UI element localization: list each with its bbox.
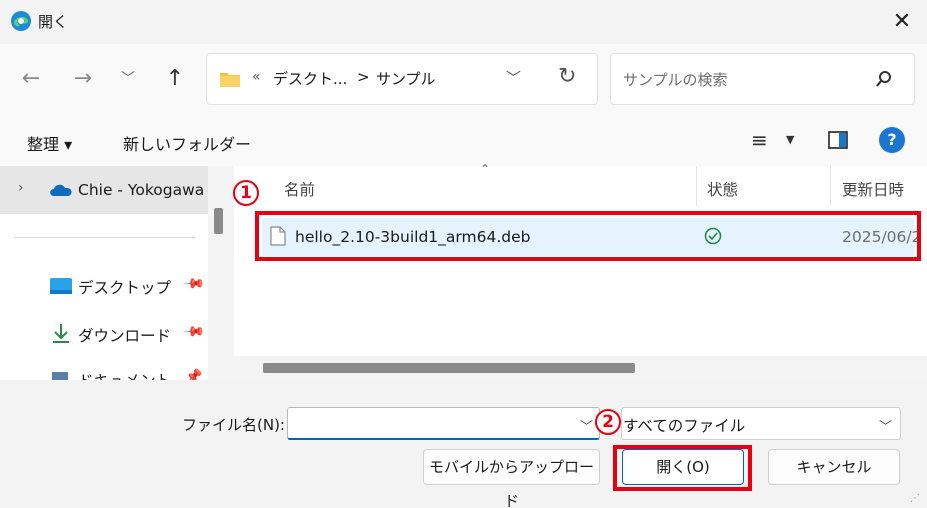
up-arrow-icon[interactable]: ↑ (160, 64, 190, 94)
title-bar (0, 0, 927, 44)
edge-browser-icon (11, 11, 31, 31)
annotation-highlight-open-button (613, 445, 752, 491)
resize-grip-icon[interactable]: ⋰ (910, 493, 920, 504)
sidebar-scrollbar[interactable] (208, 166, 234, 380)
view-options-icon[interactable]: ≡ (751, 128, 768, 152)
view-options-chevron-icon[interactable]: ▼ (786, 133, 794, 146)
address-history-chevron-icon[interactable]: ﹀ (506, 67, 521, 88)
column-header-status[interactable]: 状態 (707, 178, 738, 200)
column-header-name[interactable]: 名前 (284, 178, 315, 200)
file-type-value: すべてのファイル (623, 417, 746, 435)
annotation-number-2: 2 (595, 409, 621, 435)
breadcrumb-sample[interactable]: サンプル (376, 68, 436, 89)
new-folder-button[interactable]: 新しいフォルダー (123, 131, 251, 155)
desktop-icon (50, 278, 72, 294)
filename-label: ファイル名(N): (182, 416, 285, 434)
sort-ascending-icon: ⌃ (480, 162, 491, 176)
search-input[interactable]: サンプルの検索 (623, 69, 728, 90)
documents-icon (52, 372, 68, 380)
folder-icon (220, 73, 240, 87)
expand-chevron-icon[interactable]: › (18, 180, 24, 196)
file-type-chevron-icon[interactable]: ﹀ (879, 416, 892, 435)
close-icon[interactable]: ✕ (887, 7, 917, 37)
filename-input[interactable] (287, 407, 600, 440)
file-list (234, 166, 927, 380)
filename-history-chevron-icon[interactable]: ﹀ (580, 416, 593, 435)
refresh-icon[interactable]: ↻ (558, 64, 576, 89)
search-icon[interactable] (875, 70, 893, 88)
horizontal-scrollbar-thumb[interactable] (263, 363, 635, 373)
upload-from-mobile-button[interactable]: モバイルからアップロード (423, 449, 600, 508)
recent-locations-chevron-icon[interactable]: ﹀ (113, 64, 143, 94)
column-header-modified[interactable]: 更新日時 (842, 178, 904, 200)
sidebar-item-downloads[interactable]: ダウンロード (78, 324, 171, 346)
cancel-button[interactable]: キャンセル (768, 449, 900, 485)
sidebar-item-documents[interactable]: ドキュメント 📌 (0, 366, 208, 380)
sidebar-item-label: Chie - Yokogawa (78, 181, 205, 199)
sidebar-item-desktop[interactable]: デスクトップ (78, 276, 171, 298)
window-title: 開く (38, 13, 69, 31)
annotation-number-1: 1 (233, 180, 259, 206)
pin-icon: 📌 (185, 369, 203, 380)
breadcrumb-separator[interactable]: > (357, 68, 370, 86)
breadcrumb-overflow[interactable]: « (252, 69, 261, 85)
preview-pane-icon[interactable] (828, 131, 848, 149)
sidebar-divider (14, 237, 195, 238)
back-arrow-icon[interactable]: ← (16, 64, 46, 94)
sidebar-item-label: ドキュメント (78, 369, 171, 380)
column-divider[interactable] (696, 166, 697, 206)
column-divider[interactable] (830, 166, 831, 206)
dialog-footer (0, 380, 927, 508)
forward-arrow-icon[interactable]: → (68, 64, 98, 94)
sidebar-scrollbar-thumb[interactable] (214, 208, 223, 234)
onedrive-cloud-icon (50, 184, 72, 196)
help-icon[interactable]: ? (879, 127, 905, 153)
download-icon (53, 324, 69, 343)
organize-button[interactable]: 整理 ▾ (27, 131, 72, 155)
annotation-highlight-file-row (255, 211, 921, 261)
breadcrumb-desktop[interactable]: デスクト... (273, 68, 347, 89)
